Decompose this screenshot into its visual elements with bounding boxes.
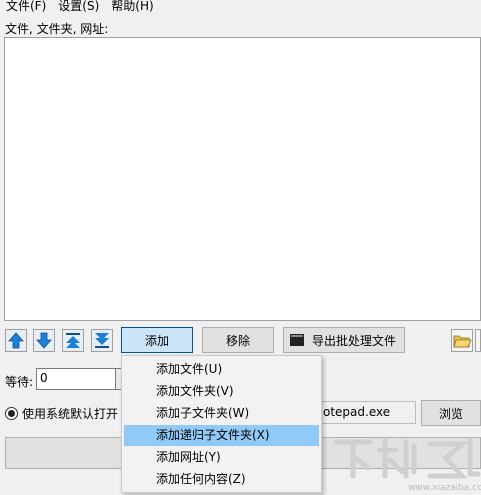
move-up-button[interactable]: [5, 329, 27, 352]
menu-add-anything[interactable]: 添加任何内容(Z): [124, 469, 319, 490]
arrow-up-icon: [8, 332, 24, 349]
menu-help[interactable]: 帮助(H): [105, 0, 159, 14]
arrow-to-top-icon: [66, 333, 80, 348]
menu-settings[interactable]: 设置(S): [52, 0, 105, 14]
menu-bar: 文件(F) 设置(S) 帮助(H): [0, 0, 481, 14]
default-open-option[interactable]: 使用系统默认打开: [5, 405, 118, 422]
terminal-icon: [290, 334, 304, 346]
watermark-logo-icon: [333, 437, 481, 479]
menu-file[interactable]: 文件(F): [0, 0, 52, 14]
menu-add-subfolder[interactable]: 添加子文件夹(W): [124, 403, 319, 424]
export-batch-button[interactable]: 导出批处理文件: [283, 327, 405, 353]
menu-add-url[interactable]: 添加网址(Y): [124, 447, 319, 468]
open-folder-button[interactable]: [451, 329, 473, 352]
watermark-domain: www.xiazaiba.com: [408, 483, 481, 493]
wait-input[interactable]: 0: [36, 368, 116, 390]
partial-toolbar-button[interactable]: [475, 329, 481, 352]
arrow-down-icon: [36, 332, 52, 349]
add-dropdown-menu: 添加文件(U) 添加文件夹(V) 添加子文件夹(W) 添加递归子文件夹(X) 添…: [121, 355, 322, 493]
items-listbox[interactable]: [4, 37, 481, 321]
radio-selected-icon[interactable]: [5, 407, 18, 420]
menu-add-file[interactable]: 添加文件(U): [124, 359, 319, 380]
wait-label: 等待:: [5, 375, 34, 389]
move-down-button[interactable]: [33, 329, 55, 352]
add-button[interactable]: 添加: [121, 327, 193, 353]
remove-button[interactable]: 移除: [202, 327, 274, 353]
move-top-button[interactable]: [62, 329, 84, 352]
menu-add-folder[interactable]: 添加文件夹(V): [124, 381, 319, 402]
export-batch-label: 导出批处理文件: [312, 333, 397, 348]
list-label: 文件, 文件夹, 网址:: [5, 22, 109, 36]
menu-add-recursive-subfolder[interactable]: 添加递归子文件夹(X): [124, 425, 319, 446]
move-bottom-button[interactable]: [91, 329, 113, 352]
folder-open-icon: [453, 335, 472, 348]
default-open-label: 使用系统默认打开: [22, 407, 119, 421]
browse-button[interactable]: 浏览: [421, 400, 481, 426]
arrow-to-bottom-icon: [95, 333, 109, 348]
